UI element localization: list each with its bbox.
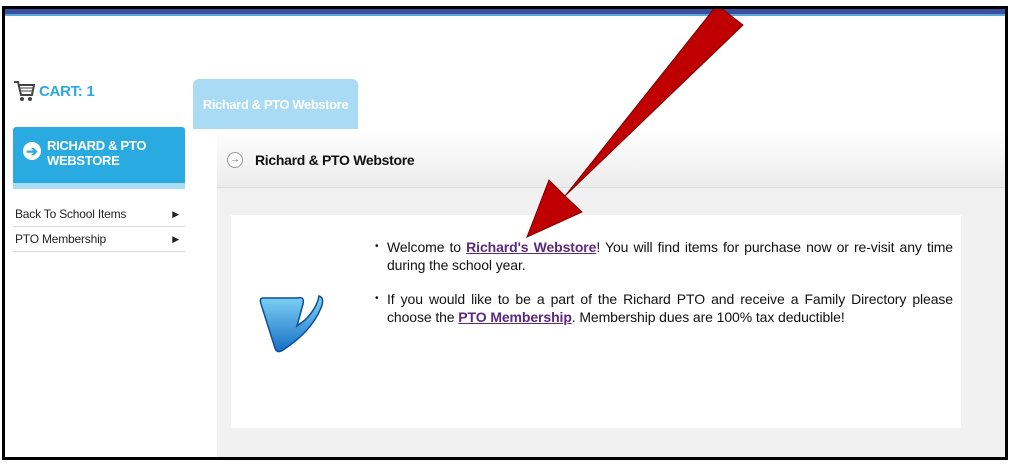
- sidebar-header-underline: [13, 183, 185, 189]
- membership-text-rest: . Membership dues are 100% tax deductibl…: [571, 309, 845, 325]
- chevron-right-icon: ▶: [172, 234, 179, 244]
- pto-membership-link[interactable]: PTO Membership: [458, 309, 572, 325]
- cart[interactable]: CART: 1: [13, 79, 95, 103]
- sidebar-header-title: RICHARD & PTO WEBSTORE: [47, 138, 147, 168]
- sidebar-item-back-to-school[interactable]: Back To School Items ▶: [13, 202, 185, 227]
- webstore-link[interactable]: Richard's Webstore: [466, 239, 596, 255]
- shopping-cart-icon: [14, 81, 35, 101]
- page-frame: CART: 1 Richard & PTO Webstore ➔ RICHARD…: [2, 6, 1008, 460]
- breadcrumb: → Richard & PTO Webstore: [217, 129, 1005, 188]
- sidebar-item-pto-membership[interactable]: PTO Membership ▶: [13, 227, 185, 252]
- cart-count[interactable]: CART: 1: [39, 83, 95, 100]
- breadcrumb-arrow-icon: →: [227, 152, 243, 168]
- chevron-right-icon: ▶: [172, 209, 179, 219]
- info-bullets: Welcome to Richard's Webstore! You will …: [373, 238, 953, 342]
- top-bar-stripe: [5, 14, 1005, 16]
- sidebar-item-label: Back To School Items: [15, 207, 127, 221]
- store-logo-icon: [259, 295, 324, 353]
- membership-paragraph: If you would like to be a part of the Ri…: [373, 290, 953, 326]
- main-panel: → Richard & PTO Webstore Welcome to Rich…: [217, 129, 1005, 457]
- tab-webstore[interactable]: Richard & PTO Webstore: [193, 79, 358, 129]
- welcome-text: Welcome to: [387, 239, 467, 255]
- welcome-paragraph: Welcome to Richard's Webstore! You will …: [373, 238, 953, 274]
- sidebar-header[interactable]: ➔ RICHARD & PTO WEBSTORE: [13, 127, 185, 189]
- sidebar-menu: Back To School Items ▶ PTO Membership ▶: [13, 202, 185, 252]
- content-box: Welcome to Richard's Webstore! You will …: [231, 215, 961, 428]
- breadcrumb-label: Richard & PTO Webstore: [255, 152, 415, 168]
- arrow-right-icon: ➔: [23, 142, 41, 160]
- sidebar-item-label: PTO Membership: [15, 232, 107, 246]
